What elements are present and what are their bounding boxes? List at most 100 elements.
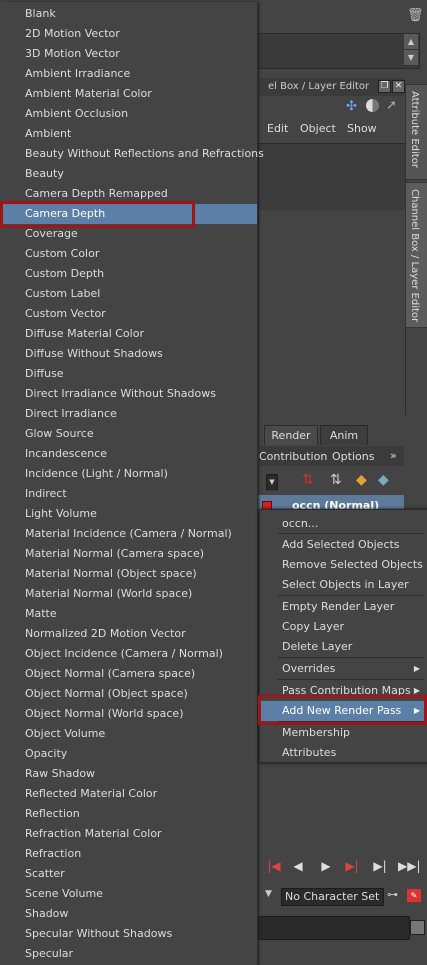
pass-list-item[interactable]: Scatter bbox=[0, 864, 257, 884]
context-menu-item[interactable]: Select Objects in Layer bbox=[260, 575, 427, 595]
tab-anim[interactable]: Anim bbox=[320, 425, 368, 445]
next-frame-icon[interactable]: ▶| bbox=[370, 858, 390, 874]
move-layer-up-icon[interactable]: ⇅ bbox=[302, 472, 314, 488]
pass-list-item[interactable]: Object Incidence (Camera / Normal) bbox=[0, 644, 257, 664]
context-menu-item[interactable]: Copy Layer bbox=[260, 617, 427, 637]
pass-list-item[interactable]: Object Normal (Camera space) bbox=[0, 664, 257, 684]
pass-list-item[interactable]: Custom Vector bbox=[0, 304, 257, 324]
trash-icon[interactable]: 🗑 bbox=[407, 8, 424, 23]
pass-list-item[interactable]: Camera Depth bbox=[0, 204, 257, 224]
pass-list-item[interactable]: Ambient Material Color bbox=[0, 84, 257, 104]
pass-list-item[interactable]: Ambient bbox=[0, 124, 257, 144]
pass-list-item[interactable]: Ambient Occlusion bbox=[0, 104, 257, 124]
menu-contribution[interactable]: Contribution bbox=[259, 450, 327, 463]
new-layer-icon[interactable]: ◆ bbox=[356, 472, 367, 488]
pass-list-item[interactable]: Material Normal (World space) bbox=[0, 584, 257, 604]
menu-options[interactable]: Options bbox=[332, 450, 374, 463]
menu-object[interactable]: Object bbox=[300, 122, 336, 135]
context-menu-item[interactable]: Delete Layer bbox=[260, 637, 427, 657]
pass-list-item[interactable]: Opacity bbox=[0, 744, 257, 764]
pass-list-item[interactable]: Shadow bbox=[0, 904, 257, 924]
key-icon[interactable]: ⊶ bbox=[387, 888, 398, 901]
pass-list-item[interactable]: Object Normal (World space) bbox=[0, 704, 257, 724]
spin-down-icon[interactable]: ▼ bbox=[404, 50, 418, 66]
script-field[interactable] bbox=[258, 33, 420, 69]
move-layer-down-icon[interactable]: ⇅ bbox=[330, 472, 342, 488]
animation-prefs-icon[interactable]: ✎ bbox=[407, 889, 421, 902]
context-menu-item[interactable]: Pass Contribution Maps ▶ bbox=[260, 681, 427, 701]
pass-list-item[interactable]: Scene Volume bbox=[0, 884, 257, 904]
context-menu-item[interactable]: Overrides ▶ bbox=[260, 659, 427, 679]
pass-list-item[interactable]: Object Volume bbox=[0, 724, 257, 744]
character-set-field[interactable]: No Character Set bbox=[281, 888, 384, 906]
pass-list-item[interactable]: Direct Irradiance Without Shadows bbox=[0, 384, 257, 404]
pass-list-item[interactable]: Custom Depth bbox=[0, 264, 257, 284]
context-menu-item[interactable]: Remove Selected Objects bbox=[260, 555, 427, 575]
pass-list-item[interactable]: Material Normal (Object space) bbox=[0, 564, 257, 584]
context-menu-item[interactable]: Attributes bbox=[260, 743, 427, 763]
restore-icon[interactable]: ❐ bbox=[378, 80, 391, 93]
go-to-start-icon[interactable]: |◀ bbox=[264, 858, 284, 874]
pass-list-item[interactable]: Incidence (Light / Normal) bbox=[0, 464, 257, 484]
field-spinner[interactable]: ▲ ▼ bbox=[404, 34, 418, 66]
arrow-tool-icon[interactable]: ➚ bbox=[386, 98, 397, 113]
pass-list-item[interactable]: Ambient Irradiance bbox=[0, 64, 257, 84]
shading-icon[interactable] bbox=[366, 99, 379, 112]
script-editor-icon[interactable] bbox=[410, 920, 425, 935]
pass-list-item[interactable]: Beauty Without Reflections and Refractio… bbox=[0, 144, 264, 164]
command-line[interactable] bbox=[258, 916, 410, 940]
pass-list-item[interactable]: Glow Source bbox=[0, 424, 257, 444]
tab-attribute-editor[interactable]: Attribute Editor bbox=[405, 84, 427, 180]
pass-list-item[interactable]: Coverage bbox=[0, 224, 257, 244]
step-back-icon[interactable]: ◀ bbox=[288, 858, 308, 874]
pass-list-item[interactable]: Object Normal (Object space) bbox=[0, 684, 257, 704]
pass-list-item[interactable]: Material Normal (Camera space) bbox=[0, 544, 257, 564]
pass-list-item[interactable]: 2D Motion Vector bbox=[0, 24, 257, 44]
pass-list-item[interactable]: Light Volume bbox=[0, 504, 257, 524]
pass-list-item[interactable]: Beauty bbox=[0, 164, 257, 184]
context-menu-item[interactable]: occn... bbox=[260, 514, 427, 534]
pass-list-item[interactable]: Material Incidence (Camera / Normal) bbox=[0, 524, 257, 544]
layer-dropdown-icon[interactable]: ▼ bbox=[266, 474, 278, 490]
submenu-arrow-icon: ▶ bbox=[413, 686, 420, 695]
pass-list-item[interactable]: Reflected Material Color bbox=[0, 784, 257, 804]
pass-list-item[interactable]: Direct Irradiance bbox=[0, 404, 257, 424]
pass-list-item[interactable]: Specular Without Shadows bbox=[0, 924, 257, 944]
character-set-dropdown-icon[interactable]: ▼ bbox=[265, 889, 272, 899]
play-icon[interactable]: ▶ bbox=[316, 858, 336, 874]
pass-list-item[interactable]: Camera Depth Remapped bbox=[0, 184, 257, 204]
new-layer-selected-icon[interactable]: ◆ bbox=[378, 472, 389, 488]
pass-list-item[interactable]: Diffuse Material Color bbox=[0, 324, 257, 344]
menu-show[interactable]: Show bbox=[347, 122, 377, 135]
pass-list-item[interactable]: Incandescence bbox=[0, 444, 257, 464]
pass-list-item[interactable]: Diffuse bbox=[0, 364, 257, 384]
pass-list-item[interactable]: Custom Label bbox=[0, 284, 257, 304]
pass-list-item[interactable]: Specular bbox=[0, 944, 257, 964]
step-key-forward-icon[interactable]: ▶| bbox=[342, 858, 362, 874]
context-menu-item[interactable]: Membership bbox=[260, 723, 427, 743]
go-to-end-icon[interactable]: ▶▶| bbox=[398, 858, 421, 874]
close-icon[interactable]: ✕ bbox=[392, 80, 405, 93]
pass-list-item[interactable]: 3D Motion Vector bbox=[0, 44, 257, 64]
context-menu-item-label: Copy Layer bbox=[282, 620, 345, 633]
channel-box-area bbox=[258, 143, 406, 415]
pass-list-item[interactable]: Normalized 2D Motion Vector bbox=[0, 624, 257, 644]
more-icon[interactable]: » bbox=[390, 449, 397, 462]
pass-list-item[interactable]: Raw Shadow bbox=[0, 764, 257, 784]
context-menu-item[interactable]: Add New Render Pass ▶ bbox=[260, 701, 427, 721]
pass-list-item[interactable]: Indirect bbox=[0, 484, 257, 504]
pass-list-item[interactable]: Diffuse Without Shadows bbox=[0, 344, 257, 364]
pass-list-item[interactable]: Custom Color bbox=[0, 244, 257, 264]
pass-list-item[interactable]: Refraction bbox=[0, 844, 257, 864]
pass-list-item[interactable]: Matte bbox=[0, 604, 257, 624]
pass-list-item[interactable]: Reflection bbox=[0, 804, 257, 824]
context-menu-item[interactable]: Empty Render Layer bbox=[260, 597, 427, 617]
pass-list-item[interactable]: Refraction Material Color bbox=[0, 824, 257, 844]
context-menu-item[interactable]: Add Selected Objects bbox=[260, 535, 427, 555]
tab-render[interactable]: Render bbox=[264, 425, 318, 445]
spin-up-icon[interactable]: ▲ bbox=[404, 34, 418, 50]
menu-edit[interactable]: Edit bbox=[267, 122, 288, 135]
pass-list-item[interactable]: Blank bbox=[0, 4, 257, 24]
axis-icon[interactable]: ✣ bbox=[346, 99, 357, 114]
tab-channel-box[interactable]: Channel Box / Layer Editor bbox=[405, 182, 427, 328]
